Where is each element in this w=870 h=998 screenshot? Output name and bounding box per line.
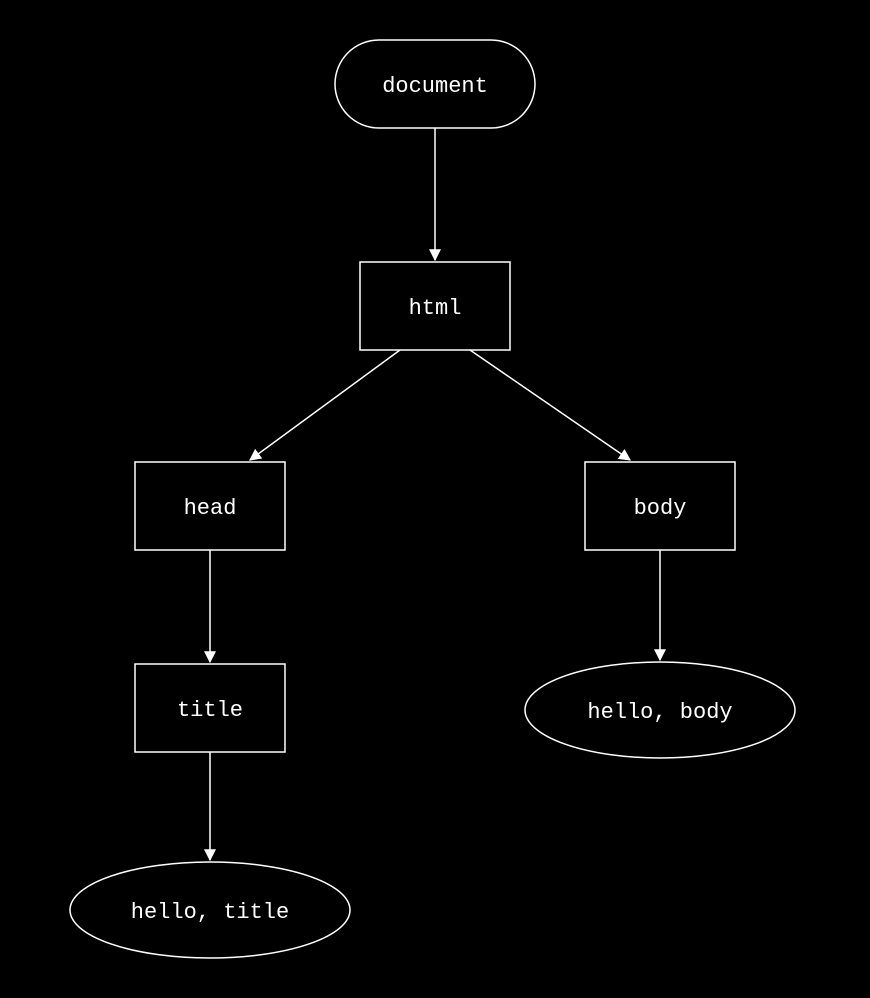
node-text-body-label: hello, body <box>587 700 732 725</box>
node-head: head <box>135 462 285 550</box>
edges <box>210 128 660 860</box>
node-text-title-label: hello, title <box>131 900 289 925</box>
node-html: html <box>360 262 510 350</box>
node-document-label: document <box>382 74 488 99</box>
node-document: document <box>335 40 535 128</box>
dom-tree-diagram: document html head body title hello, bod… <box>0 0 870 998</box>
node-body-label: body <box>634 496 687 521</box>
node-title-label: title <box>177 698 243 723</box>
node-text-title: hello, title <box>70 862 350 958</box>
edge-html-head <box>250 350 400 460</box>
node-body: body <box>585 462 735 550</box>
node-html-label: html <box>409 296 462 321</box>
edge-html-body <box>470 350 630 460</box>
node-title: title <box>135 664 285 752</box>
node-head-label: head <box>184 496 237 521</box>
node-text-body: hello, body <box>525 662 795 758</box>
